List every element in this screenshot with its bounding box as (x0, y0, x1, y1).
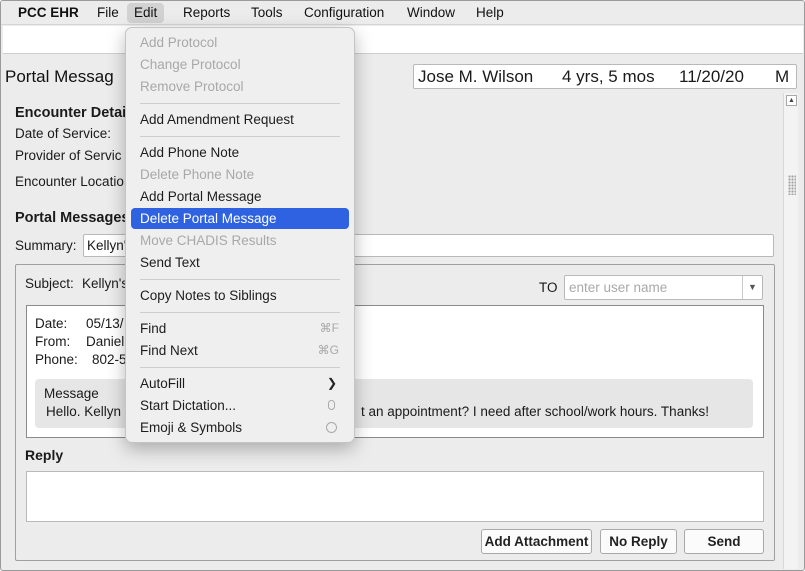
encounter-location-label: Encounter Locatio (15, 174, 124, 189)
patient-sex: M (775, 67, 790, 86)
find-shortcut: ⌘F (319, 321, 339, 335)
menu-configuration[interactable]: Configuration (297, 3, 391, 23)
message-body-text-end: t an appointment? I need after school/wo… (361, 404, 709, 419)
to-label: TO (539, 280, 558, 295)
menu-separator (140, 103, 340, 104)
subject-label: Subject: (25, 276, 74, 291)
scroll-up-icon[interactable]: ▲ (786, 95, 797, 106)
subject-value: Kellyn's (82, 276, 129, 291)
find-next-shortcut: ⌘G (317, 343, 339, 357)
chevron-down-icon[interactable]: ▼ (742, 276, 762, 299)
menu-reports[interactable]: Reports (176, 3, 237, 23)
menu-item-change-protocol: Change Protocol (140, 57, 241, 72)
menu-edit[interactable]: Edit (127, 3, 165, 23)
summary-label: Summary: (15, 238, 77, 253)
globe-icon (326, 422, 337, 433)
patient-name: Jose M. Wilson (418, 67, 534, 86)
menu-item-find-next-label: Find Next (140, 343, 198, 358)
date-of-service-label: Date of Service: (15, 126, 112, 141)
menu-separator (140, 136, 340, 137)
menu-separator (140, 279, 340, 280)
send-button[interactable]: Send (684, 529, 764, 554)
menu-item-delete-portal-message[interactable]: Delete Portal Message (131, 208, 349, 229)
menu-item-move-chadis-results: Move CHADIS Results (140, 233, 277, 248)
no-reply-button[interactable]: No Reply (600, 529, 677, 554)
menu-item-find[interactable]: Find ⌘F (131, 318, 349, 339)
menu-window[interactable]: Window (400, 3, 462, 23)
scroll-grip-icon[interactable] (788, 175, 796, 195)
menu-item-autofill-label: AutoFill (140, 376, 186, 391)
vertical-scrollbar[interactable]: ▲ (783, 93, 798, 569)
menu-item-remove-protocol: Remove Protocol (140, 79, 244, 94)
toolbar (3, 26, 803, 54)
microphone-icon (328, 400, 335, 410)
page-title: Portal Messag (5, 67, 114, 86)
menu-help[interactable]: Help (469, 3, 511, 23)
message-from-value: Daniel (86, 334, 125, 349)
menu-item-delete-phone-note: Delete Phone Note (140, 167, 255, 182)
menu-item-add-phone-note[interactable]: Add Phone Note (131, 142, 349, 163)
chevron-right-icon: ❯ (326, 376, 337, 390)
portal-messages-heading: Portal Messages (15, 210, 130, 226)
message-body-label: Message (44, 386, 99, 401)
message-date-value: 05/13/ (86, 316, 124, 331)
menu-tools[interactable]: Tools (244, 3, 290, 23)
menu-item-emoji-symbols[interactable]: Emoji & Symbols (131, 417, 349, 438)
message-from-label: From: (35, 334, 71, 349)
patient-age: 4 yrs, 5 mos (562, 67, 655, 86)
menu-item-autofill[interactable]: AutoFill ❯ (131, 373, 349, 394)
to-user-combobox[interactable]: enter user name ▼ (564, 275, 763, 300)
menu-separator (140, 312, 340, 313)
summary-value: Kellyn' (87, 238, 127, 253)
edit-menu-dropdown: Add Protocol Change Protocol Remove Prot… (125, 27, 355, 443)
app-menu[interactable]: PCC EHR (11, 3, 86, 23)
encounter-heading: Encounter Detail (15, 105, 131, 121)
menu-item-find-label: Find (140, 321, 167, 336)
message-body-text-start: Hello. Kellyn (46, 404, 122, 419)
menu-item-add-amendment-request[interactable]: Add Amendment Request (131, 109, 349, 130)
menu-item-copy-notes-to-siblings[interactable]: Copy Notes to Siblings (131, 285, 349, 306)
provider-label: Provider of Servic (15, 148, 122, 163)
menu-item-start-dictation-label: Start Dictation... (140, 398, 237, 413)
menu-bar: PCC EHR File Edit Reports Tools Configur… (1, 1, 804, 25)
app-window: PCC EHR File Edit Reports Tools Configur… (0, 0, 805, 571)
menu-item-add-portal-message[interactable]: Add Portal Message (131, 186, 349, 207)
menu-item-start-dictation[interactable]: Start Dictation... (131, 395, 349, 416)
menu-separator (140, 367, 340, 368)
message-phone-label: Phone: (35, 352, 78, 367)
menu-item-send-text[interactable]: Send Text (131, 252, 349, 273)
menu-item-add-protocol: Add Protocol (140, 35, 218, 50)
reply-textarea[interactable] (26, 471, 764, 522)
menu-file[interactable]: File (90, 3, 126, 23)
message-date-label: Date: (35, 316, 68, 331)
main-content: Portal Messag Jose M. Wilson 4 yrs, 5 mo… (3, 55, 803, 570)
patient-banner: Jose M. Wilson 4 yrs, 5 mos 11/20/20 M (413, 64, 797, 89)
to-user-input[interactable]: enter user name (569, 280, 667, 295)
menu-item-find-next[interactable]: Find Next ⌘G (131, 340, 349, 361)
reply-label: Reply (25, 447, 64, 463)
add-attachment-button[interactable]: Add Attachment (481, 529, 592, 554)
menu-item-emoji-symbols-label: Emoji & Symbols (140, 420, 243, 435)
patient-dob: 11/20/20 (679, 67, 744, 86)
